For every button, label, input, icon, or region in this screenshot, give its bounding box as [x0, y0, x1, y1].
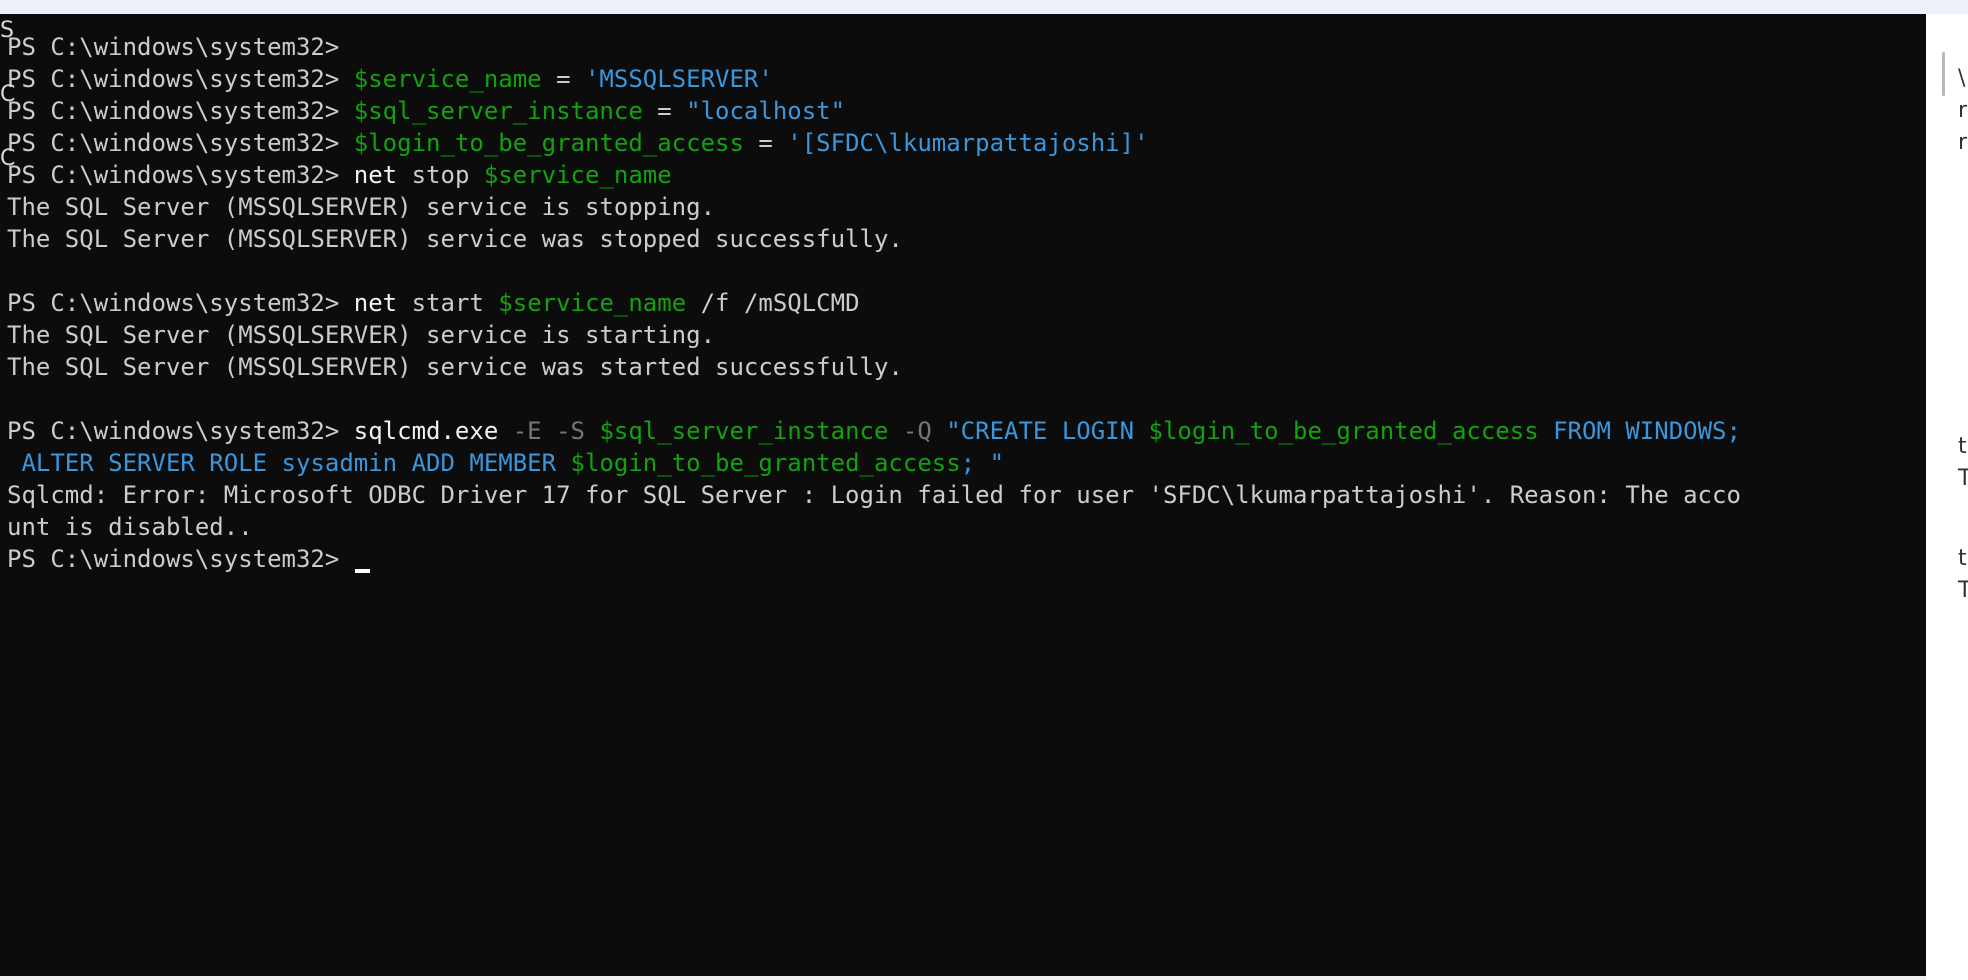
left-background-char: C: [0, 82, 16, 107]
terminal-text-segment: Sqlcmd: Error: Microsoft ODBC Driver 17 …: [7, 481, 1741, 509]
terminal-text-segment: $service_name: [483, 161, 672, 189]
terminal-text-segment: net: [353, 289, 398, 317]
terminal-text-segment: =: [642, 97, 687, 125]
terminal-text-segment: ; ": [960, 449, 1005, 477]
terminal-text-segment: PS C:\windows\system32>: [7, 97, 354, 125]
terminal-text-segment: /f /mSQLCMD: [686, 289, 860, 317]
terminal-line: The SQL Server (MSSQLSERVER) service is …: [7, 191, 1741, 223]
terminal-text-segment: '[SFDC\lkumarpattajoshi]': [787, 129, 1149, 157]
terminal-line: ALTER SERVER ROLE sysadmin ADD MEMBER $l…: [7, 447, 1741, 479]
terminal-text-segment: $sql_server_instance: [599, 417, 889, 445]
background-window-char: T: [1958, 466, 1968, 491]
terminal-line: The SQL Server (MSSQLSERVER) service was…: [7, 223, 1741, 255]
terminal-text-segment: PS C:\windows\system32>: [7, 545, 354, 573]
terminal-text-segment: $service_name: [353, 65, 542, 93]
taskbar-edge: [0, 976, 1926, 980]
terminal-line: The SQL Server (MSSQLSERVER) service was…: [7, 351, 1741, 383]
terminal-text-segment: PS C:\windows\system32>: [7, 289, 354, 317]
terminal-text-segment: 'MSSQLSERVER': [584, 65, 773, 93]
terminal-text-segment: $login_to_be_granted_access: [353, 129, 744, 157]
terminal-line: PS C:\windows\system32> net start $servi…: [7, 287, 1741, 319]
background-window-char: t: [1958, 434, 1967, 459]
terminal-text-segment: ALTER SERVER ROLE sysadmin ADD MEMBER: [7, 449, 571, 477]
terminal-text-segment: stop: [397, 161, 484, 189]
terminal-text-segment: unt is disabled..: [7, 513, 253, 541]
background-window-char: \: [1958, 66, 1966, 91]
terminal-text-segment: "localhost": [686, 97, 846, 125]
background-window-char: r: [1958, 98, 1968, 123]
terminal-line: Sqlcmd: Error: Microsoft ODBC Driver 17 …: [7, 479, 1741, 511]
powershell-terminal[interactable]: PS C:\windows\system32> PS C:\windows\sy…: [0, 14, 1926, 976]
terminal-text-segment: =: [541, 65, 585, 93]
terminal-text-segment: PS C:\windows\system32>: [7, 129, 354, 157]
terminal-line: PS C:\windows\system32> $service_name = …: [7, 63, 1741, 95]
terminal-text-segment: $login_to_be_granted_access: [570, 449, 961, 477]
terminal-line: PS C:\windows\system32>: [7, 31, 1741, 63]
terminal-text-segment: "CREATE LOGIN: [946, 417, 1149, 445]
terminal-line: PS C:\windows\system32> $login_to_be_gra…: [7, 127, 1741, 159]
background-window-char: t: [1958, 546, 1967, 571]
terminal-line: PS C:\windows\system32> sqlcmd.exe -E -S…: [7, 415, 1741, 447]
terminal-text-segment: $service_name: [498, 289, 687, 317]
terminal-line: PS C:\windows\system32> $sql_server_inst…: [7, 95, 1741, 127]
terminal-text-segment: FROM WINDOWS;: [1538, 417, 1741, 445]
left-background-char: C: [0, 146, 16, 171]
terminal-text-segment: The SQL Server (MSSQLSERVER) service was…: [7, 353, 903, 381]
terminal-text-segment: start: [397, 289, 499, 317]
terminal-text-segment: PS C:\windows\system32>: [7, 65, 354, 93]
terminal-line: unt is disabled..: [7, 511, 1741, 543]
background-window-char: r: [1958, 130, 1968, 155]
terminal-text-segment: The SQL Server (MSSQLSERVER) service is …: [7, 321, 716, 349]
terminal-text-segment: The SQL Server (MSSQLSERVER) service is …: [7, 193, 716, 221]
terminal-text-segment: sqlcmd.exe: [353, 417, 499, 445]
terminal-text-segment: net: [353, 161, 398, 189]
terminal-text-segment: -Q: [888, 417, 947, 445]
text-cursor: [354, 569, 370, 573]
terminal-text-segment: The SQL Server (MSSQLSERVER) service was…: [7, 225, 903, 253]
background-window-edge: \ r r t Tt T: [1926, 14, 1968, 980]
terminal-text-segment: =: [743, 129, 788, 157]
terminal-text-segment: $sql_server_instance: [353, 97, 643, 125]
window-title-bar: [0, 0, 1968, 15]
left-background-char: S: [0, 18, 14, 43]
terminal-text-segment: $login_to_be_granted_access: [1148, 417, 1539, 445]
terminal-text-segment: PS C:\windows\system32>: [7, 417, 354, 445]
terminal-line: PS C:\windows\system32> net stop $servic…: [7, 159, 1741, 191]
background-window-char: T: [1958, 578, 1968, 603]
screen: PS C:\windows\system32> PS C:\windows\sy…: [0, 0, 1968, 980]
terminal-line: The SQL Server (MSSQLSERVER) service is …: [7, 319, 1741, 351]
scrollbar-thumb[interactable]: [1942, 52, 1945, 96]
terminal-text-segment: PS C:\windows\system32>: [7, 161, 354, 189]
terminal-output: PS C:\windows\system32> PS C:\windows\sy…: [7, 31, 1741, 575]
terminal-line: PS C:\windows\system32>: [7, 543, 1741, 575]
terminal-text-segment: -E -S: [498, 417, 600, 445]
terminal-text-segment: PS C:\windows\system32>: [7, 33, 354, 61]
